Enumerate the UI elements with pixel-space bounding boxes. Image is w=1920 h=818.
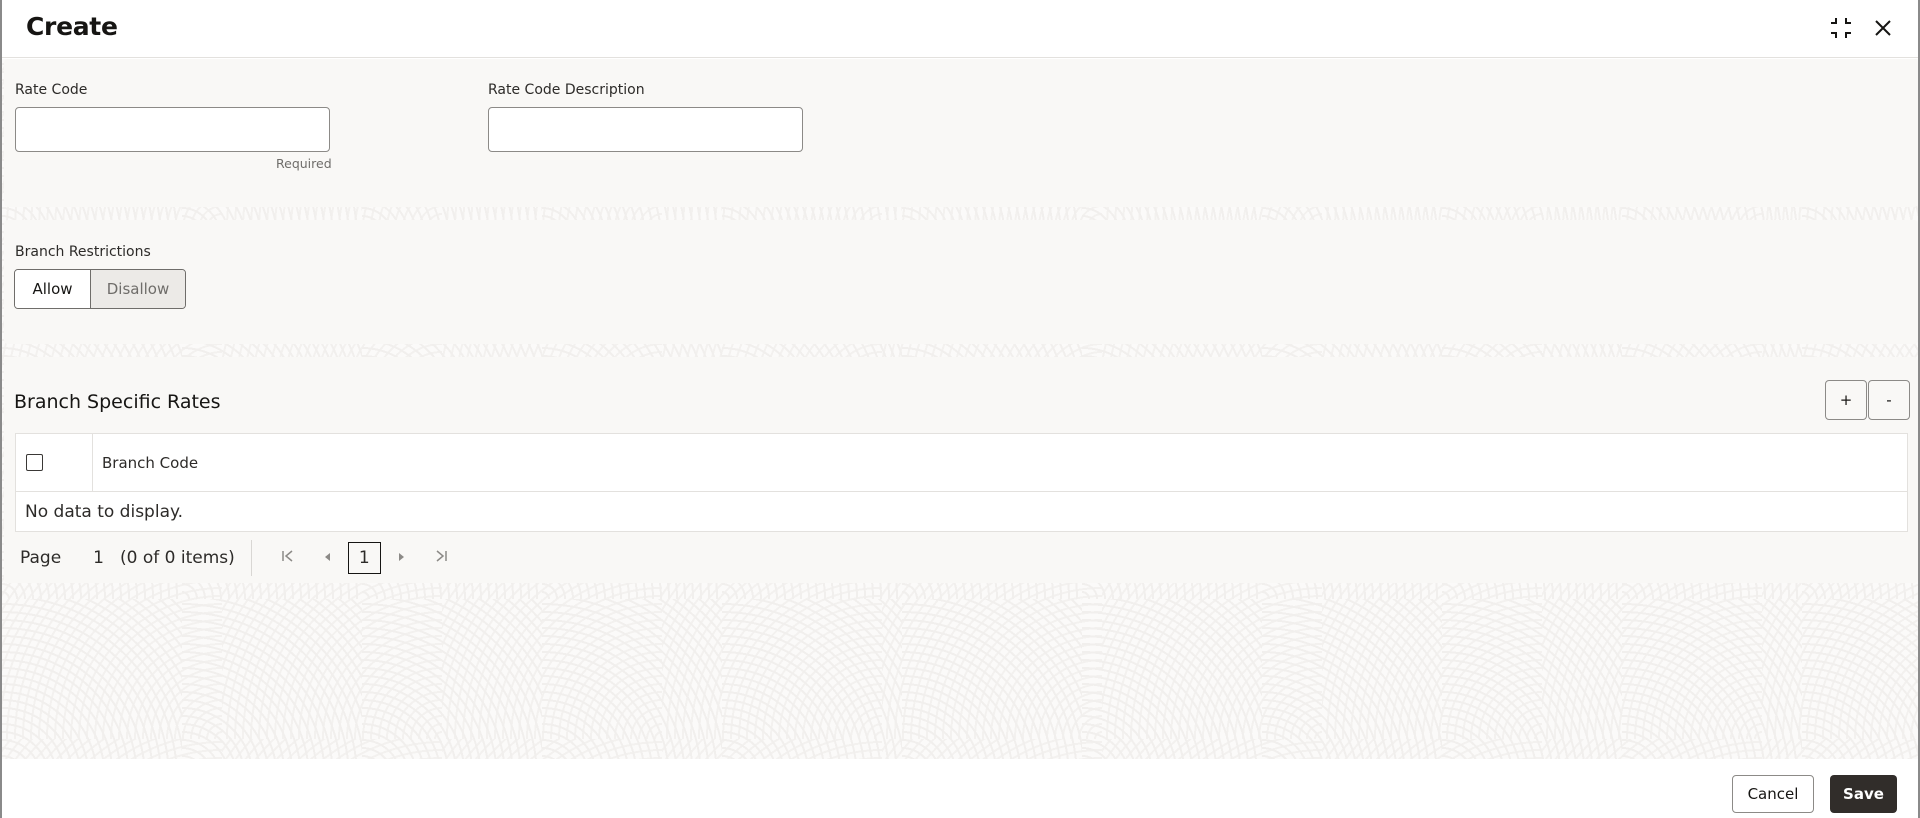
add-row-button[interactable]: + [1825,380,1867,420]
close-icon[interactable] [1869,14,1897,42]
pagination-divider [250,540,252,576]
save-button[interactable]: Save [1830,775,1897,813]
last-page-icon[interactable] [421,548,461,568]
dialog-footer: Cancel Save [2,759,1918,818]
rate-code-label: Rate Code [15,82,88,98]
dialog-title: Create [26,12,118,41]
empty-table-message: No data to display. [25,501,184,522]
branch-specific-rates-title: Branch Specific Rates [14,391,221,413]
dialog-header: Create [2,0,1918,58]
branch-restrictions-panel [4,220,1918,344]
pagination: Page 1 (0 of 0 items) 1 [20,540,461,576]
rate-code-description-label: Rate Code Description [488,82,645,98]
create-dialog: Create Rate Code Required Rate Code Desc… [0,0,1920,818]
compress-icon[interactable] [1827,14,1855,42]
next-page-icon[interactable] [381,549,421,567]
rate-code-required-hint: Required [276,156,332,171]
page-label: Page [20,548,62,568]
allow-option-button[interactable]: Allow [15,270,91,308]
branch-restrictions-label: Branch Restrictions [15,244,151,260]
table-header-row: Branch Code [16,434,1907,492]
column-header-branch-code[interactable]: Branch Code [93,454,198,472]
remove-row-button[interactable]: - [1868,380,1910,420]
rate-code-description-input[interactable] [488,107,803,152]
select-all-cell [16,434,93,491]
current-page-button[interactable]: 1 [347,542,381,574]
first-page-icon[interactable] [268,548,308,568]
page-number-input[interactable]: 1 [93,548,104,568]
previous-page-icon[interactable] [308,549,348,567]
branch-restrictions-toggle: Allow Disallow [14,269,186,309]
rate-code-input[interactable] [15,107,330,152]
item-count: (0 of 0 items) [119,548,235,568]
select-all-checkbox[interactable] [26,454,43,471]
disallow-option-button[interactable]: Disallow [91,270,185,308]
cancel-button[interactable]: Cancel [1732,775,1814,813]
branch-code-table: Branch Code No data to display. [15,433,1908,532]
